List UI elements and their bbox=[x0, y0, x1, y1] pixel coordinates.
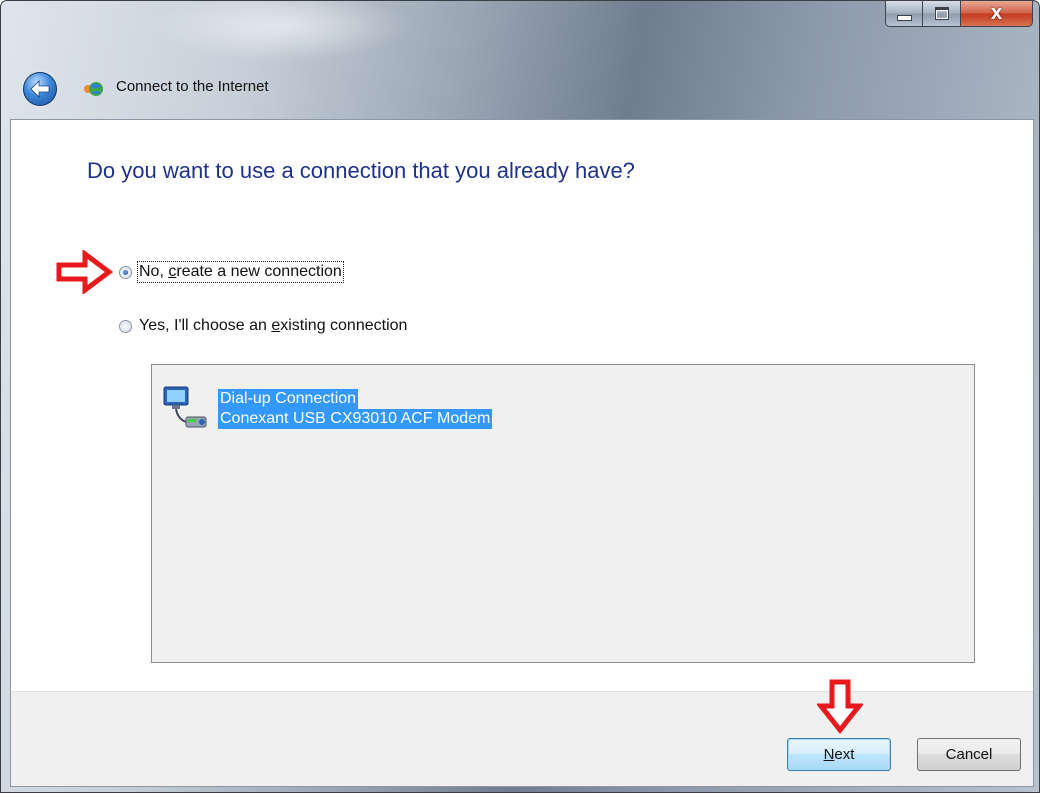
caption-buttons: X bbox=[885, 1, 1033, 31]
option-existing-connection-label: Yes, I'll choose an existing connection bbox=[139, 317, 407, 335]
annotation-arrow-down bbox=[817, 679, 863, 734]
minimize-icon bbox=[896, 14, 912, 21]
radio-existing-connection[interactable] bbox=[119, 319, 132, 333]
connection-name: Dial-up Connection bbox=[218, 389, 359, 409]
network-globe-icon bbox=[84, 82, 103, 96]
label-suffix: xisting connection bbox=[280, 317, 408, 334]
connection-device: Conexant USB CX93010 ACF Modem bbox=[218, 409, 493, 429]
cancel-button[interactable]: Cancel bbox=[917, 738, 1021, 771]
list-item[interactable]: Dial-up Connection Conexant USB CX93010 … bbox=[160, 383, 493, 435]
dialup-connection-icon bbox=[163, 386, 207, 428]
wizard-content: Do you want to use a connection that you… bbox=[10, 119, 1034, 787]
next-accesskey: N bbox=[823, 746, 835, 763]
close-button[interactable]: X bbox=[961, 1, 1033, 27]
maximize-icon bbox=[934, 7, 949, 20]
window-frame: X Connect to the Internet Do you want to… bbox=[0, 0, 1040, 793]
page-heading: Do you want to use a connection that you… bbox=[87, 158, 635, 183]
annotation-arrow-right bbox=[56, 250, 113, 294]
minimize-button[interactable] bbox=[885, 1, 923, 27]
accesskey: e bbox=[271, 317, 281, 334]
label-suffix: reate a new connection bbox=[176, 263, 342, 280]
connection-text: Dial-up Connection Conexant USB CX93010 … bbox=[218, 389, 493, 435]
option-existing-connection[interactable]: Yes, I'll choose an existing connection bbox=[119, 317, 407, 335]
back-arrow-icon bbox=[30, 80, 50, 98]
label-prefix: No, bbox=[139, 263, 169, 280]
option-new-connection-label: No, create a new connection bbox=[137, 261, 344, 283]
connection-list[interactable]: Dial-up Connection Conexant USB CX93010 … bbox=[151, 364, 975, 663]
back-button[interactable] bbox=[23, 72, 57, 106]
label-prefix: Yes, I'll choose an bbox=[139, 317, 272, 334]
maximize-button[interactable] bbox=[923, 1, 961, 27]
next-button[interactable]: Next bbox=[787, 738, 891, 771]
option-new-connection[interactable]: No, create a new connection bbox=[119, 261, 344, 283]
close-icon: X bbox=[990, 4, 1003, 23]
next-label: ext bbox=[834, 746, 855, 763]
radio-new-connection[interactable] bbox=[119, 265, 132, 279]
window-title: Connect to the Internet bbox=[116, 78, 269, 95]
